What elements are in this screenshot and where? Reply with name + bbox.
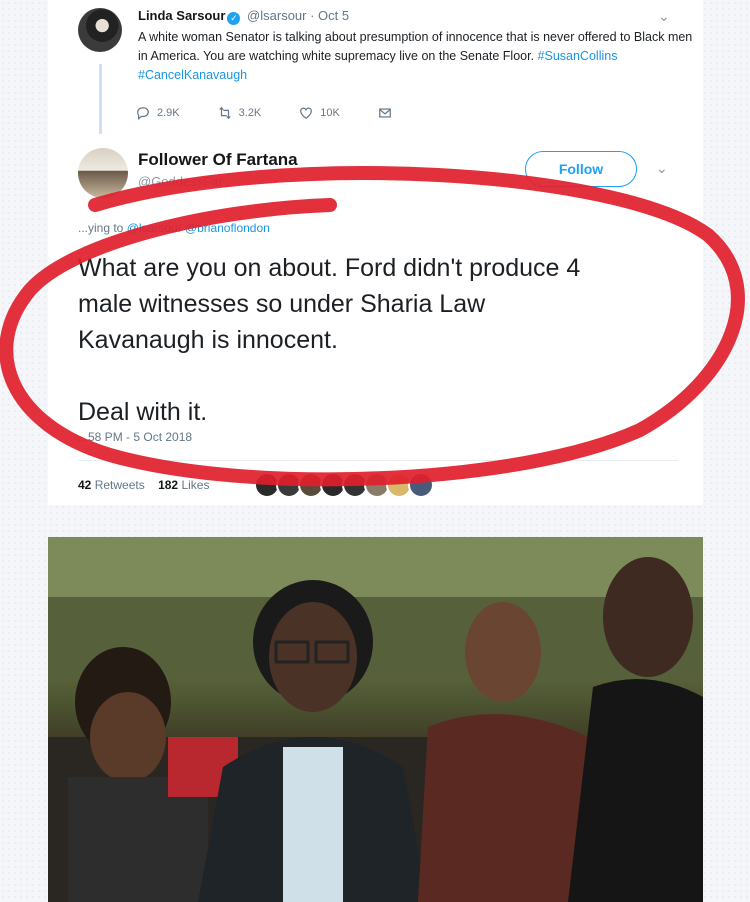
tweet-line: Kavanaugh is innocent.: [78, 326, 338, 354]
tweet-time[interactable]: · Oct 5: [310, 8, 349, 23]
liker-avatars[interactable]: [254, 472, 434, 498]
retweets-label[interactable]: Retweets: [95, 478, 145, 492]
mention-link[interactable]: @brianoflondon: [185, 221, 270, 235]
tweet-header: Linda Sarsour ✓ @lsarsour · Oct 5: [138, 8, 349, 25]
hashtag-link[interactable]: #CancelKanavaugh: [138, 68, 247, 82]
retweet-icon: [218, 106, 231, 120]
divider: [78, 460, 678, 461]
tweet-screenshot: Linda Sarsour ✓ @lsarsour · Oct 5 ⌄ A whi…: [48, 0, 703, 505]
reply-icon: [137, 107, 149, 120]
tweet-actions: 2.9K 3.2K 10K: [136, 106, 392, 120]
retweet-button[interactable]: 3.2K: [218, 106, 262, 120]
follow-button[interactable]: Follow: [525, 151, 637, 187]
tweet-line: What are you on about. Ford didn't produ…: [78, 254, 581, 282]
replying-prefix: ...ying to: [78, 221, 124, 235]
avatar[interactable]: [78, 148, 128, 198]
retweet-count: 3.2K: [238, 107, 262, 119]
tweet-line: male witnesses so under Sharia Law: [78, 290, 486, 318]
avatar[interactable]: [78, 8, 122, 52]
thread-line: [99, 64, 102, 134]
author-name[interactable]: Linda Sarsour: [138, 8, 225, 23]
tweet-line: Deal with it.: [78, 398, 208, 426]
tweet-timestamp[interactable]: ...58 PM - 5 Oct 2018: [78, 430, 192, 444]
chevron-down-icon[interactable]: ⌄: [658, 8, 670, 25]
replying-to: ...ying to @lsarsour @brianoflondon: [78, 221, 270, 235]
envelope-icon: [378, 108, 391, 118]
chevron-down-icon[interactable]: ⌄: [656, 160, 668, 177]
tweet-text: What are you on about. Ford didn't produ…: [78, 250, 693, 430]
author-handle[interactable]: @lsarsour: [247, 8, 306, 23]
dm-button[interactable]: [378, 106, 392, 120]
verified-icon: ✓: [227, 12, 241, 25]
author-handle[interactable]: @GoddessFar: [138, 174, 223, 189]
like-button[interactable]: 10K: [299, 106, 340, 120]
author-name[interactable]: Follower Of Fartana: [138, 150, 298, 170]
likes-label[interactable]: Likes: [181, 478, 209, 492]
reaction-photo: [48, 537, 703, 902]
like-count: 10K: [320, 107, 340, 119]
hashtag-link[interactable]: #SusanCollins: [538, 49, 618, 63]
reply-count: 2.9K: [157, 107, 180, 119]
tweet-text: A white woman Senator is talking about p…: [138, 28, 698, 85]
tweet-stats: 42 Retweets 182 Likes: [78, 478, 209, 492]
likes-total[interactable]: 182: [158, 478, 178, 492]
crowd-illustration: [48, 537, 703, 902]
heart-icon: [300, 107, 313, 119]
reply-button[interactable]: 2.9K: [136, 106, 180, 120]
retweet-total[interactable]: 42: [78, 478, 91, 492]
mention-link[interactable]: @lsarsour: [127, 221, 182, 235]
